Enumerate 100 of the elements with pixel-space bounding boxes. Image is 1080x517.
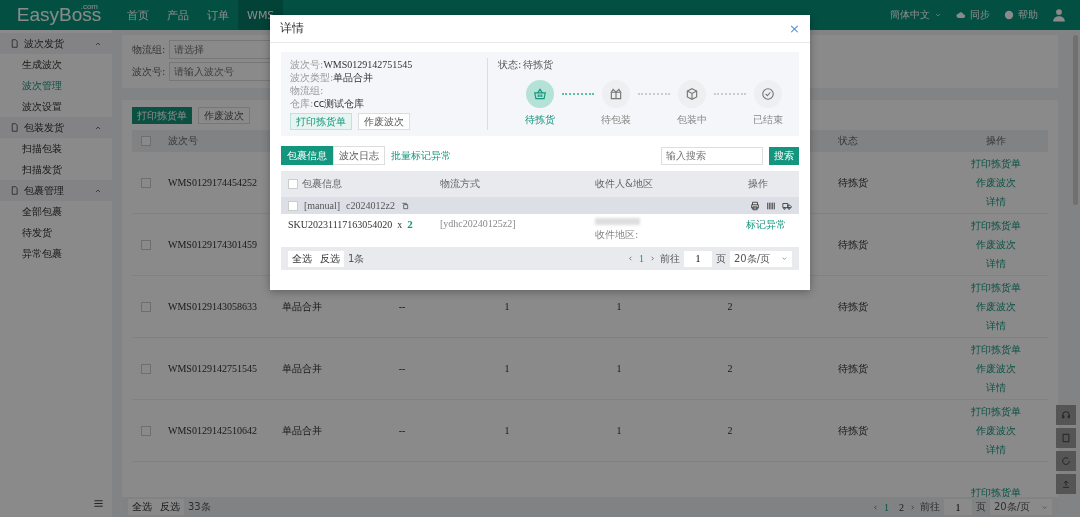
info-value: WMS0129142751545 [323, 59, 413, 70]
action-link[interactable]: 作废波次 [975, 237, 1016, 252]
select-all-button[interactable]: 全选 [128, 499, 156, 515]
table-cell: 1 [504, 425, 510, 436]
action-link[interactable]: 打印拣货单 [970, 280, 1021, 295]
filter-label: 物流组: [132, 42, 166, 57]
sync-link[interactable]: 同步 [970, 8, 990, 22]
truck-icon [782, 200, 792, 211]
tab[interactable]: 波次日志 [333, 146, 385, 165]
sidebar-item[interactable]: 异常包裹 [0, 243, 112, 264]
action-link[interactable]: 打印拣货单 [970, 485, 1021, 497]
help-link[interactable]: 帮助 [1018, 8, 1038, 22]
language-selector[interactable]: 簡体中文 [890, 8, 930, 22]
sidebar-item[interactable]: 波次管理 [0, 75, 112, 96]
nav-tab[interactable]: 订单 [198, 0, 238, 30]
table-cell: 1 [616, 301, 622, 312]
search-field[interactable]: 输入搜索 [661, 146, 763, 165]
document-icon [10, 123, 19, 132]
action-link[interactable]: 打印拣货单 [970, 156, 1021, 171]
info-value: 单品合并 [333, 70, 374, 85]
checkbox[interactable] [141, 425, 151, 436]
sku-text: SKU20231117163054020 [288, 219, 393, 230]
select-all-button[interactable]: 全选 [288, 250, 316, 267]
sidebar-item[interactable]: 待发货 [0, 222, 112, 243]
step-label: 已结束 [753, 113, 783, 127]
action-link[interactable]: 作废波次 [975, 423, 1016, 438]
sidebar-group[interactable]: 包装发货 [0, 117, 112, 138]
refresh-button[interactable] [1056, 451, 1076, 471]
action-link[interactable]: 作废波次 [975, 299, 1016, 314]
sidebar-group[interactable]: 波次发货 [0, 33, 112, 54]
action-link[interactable]: 作废波次 [975, 175, 1016, 190]
checkbox[interactable] [288, 200, 298, 211]
sidebar-item[interactable]: 扫描包装 [0, 138, 112, 159]
page-number[interactable]: 2 [899, 501, 904, 513]
table-cell-text: 单品合并 [281, 299, 322, 314]
checkbox[interactable] [141, 363, 151, 374]
action-link[interactable]: 详情 [985, 194, 1006, 209]
book-button[interactable] [1056, 428, 1076, 448]
tab[interactable]: 包裹信息 [281, 146, 333, 165]
sidebar-group[interactable]: 包裹管理 [0, 180, 112, 201]
page-field[interactable]: 1 [944, 499, 972, 515]
nav-tab[interactable]: 产品 [158, 0, 198, 30]
table-cell-text: WMS0129174454252 [167, 177, 257, 188]
chevron-down-icon [1041, 503, 1048, 511]
invert-button[interactable]: 反选 [316, 250, 344, 267]
user-icon[interactable] [1052, 8, 1066, 22]
logistics-text: [ydhc20240125z2] [440, 218, 517, 229]
action-link[interactable]: 打印拣货单 [970, 342, 1021, 357]
checkbox[interactable] [141, 136, 151, 146]
page-number[interactable]: 1 [639, 253, 644, 264]
chevron-down-icon [934, 11, 942, 19]
page-field[interactable]: 1 [684, 250, 712, 267]
invert-button[interactable]: 反选 [156, 499, 184, 515]
table-cell: 2 [727, 301, 733, 312]
sidebar-item[interactable]: 生成波次 [0, 54, 112, 75]
open-box-icon [609, 87, 623, 101]
status-value: 待拣货 [523, 58, 554, 72]
action-link[interactable]: 详情 [985, 318, 1006, 333]
checkbox[interactable] [141, 301, 151, 312]
page-size-select[interactable]: 20条/页 [730, 250, 792, 267]
search-button[interactable]: 搜索 [769, 146, 799, 165]
chevron-right-icon [909, 503, 916, 511]
mark-exception-link[interactable]: 标记异常 [746, 218, 786, 232]
action-link[interactable]: 详情 [985, 256, 1006, 271]
package-code: c2024012z2 [346, 200, 395, 211]
action-link[interactable]: 打印拣货单 [970, 218, 1021, 233]
nav-tab[interactable]: 首页 [118, 0, 158, 30]
barcode-icon [766, 200, 776, 211]
void-button[interactable]: 作废波次 [358, 113, 410, 130]
table-cell-text: 单品合并 [281, 361, 322, 376]
print-button[interactable]: 打印拣货单 [132, 107, 192, 124]
close-button[interactable]: × [789, 21, 800, 36]
box-icon [685, 87, 699, 101]
table-cell-text: 待拣货 [837, 299, 868, 314]
action-link[interactable]: 打印拣货单 [970, 404, 1021, 419]
headset-button[interactable] [1056, 405, 1076, 425]
page-number[interactable]: 1 [884, 501, 889, 513]
checkbox[interactable] [288, 179, 298, 189]
sidebar-item[interactable]: 全部包裹 [0, 201, 112, 222]
goto-label: 前往 [660, 251, 680, 266]
sidebar-item[interactable]: 波次设置 [0, 96, 112, 117]
info-label: 仓库: [290, 96, 314, 111]
batch-mark-link[interactable]: 批量标记异常 [391, 148, 451, 163]
sidebar-item[interactable]: 扫描发货 [0, 159, 112, 180]
package-source: [manual] [304, 200, 341, 211]
void-button[interactable]: 作废波次 [198, 107, 250, 124]
action-link[interactable]: 详情 [985, 380, 1006, 395]
action-link[interactable]: 作废波次 [975, 361, 1016, 376]
refresh-icon [1061, 456, 1071, 466]
action-link[interactable]: 详情 [985, 442, 1006, 457]
checkbox[interactable] [141, 239, 151, 250]
print-button[interactable]: 打印拣货单 [290, 113, 352, 130]
copy-icon [401, 201, 409, 210]
page-size-select[interactable]: 20条/页 [990, 499, 1052, 515]
checkbox[interactable] [141, 177, 151, 188]
column-header: 操作 [748, 177, 768, 191]
chevron-right-icon [649, 255, 656, 262]
upload-button[interactable] [1056, 474, 1076, 494]
cloud-icon [956, 10, 966, 20]
column-header: 物流方式 [440, 177, 480, 191]
